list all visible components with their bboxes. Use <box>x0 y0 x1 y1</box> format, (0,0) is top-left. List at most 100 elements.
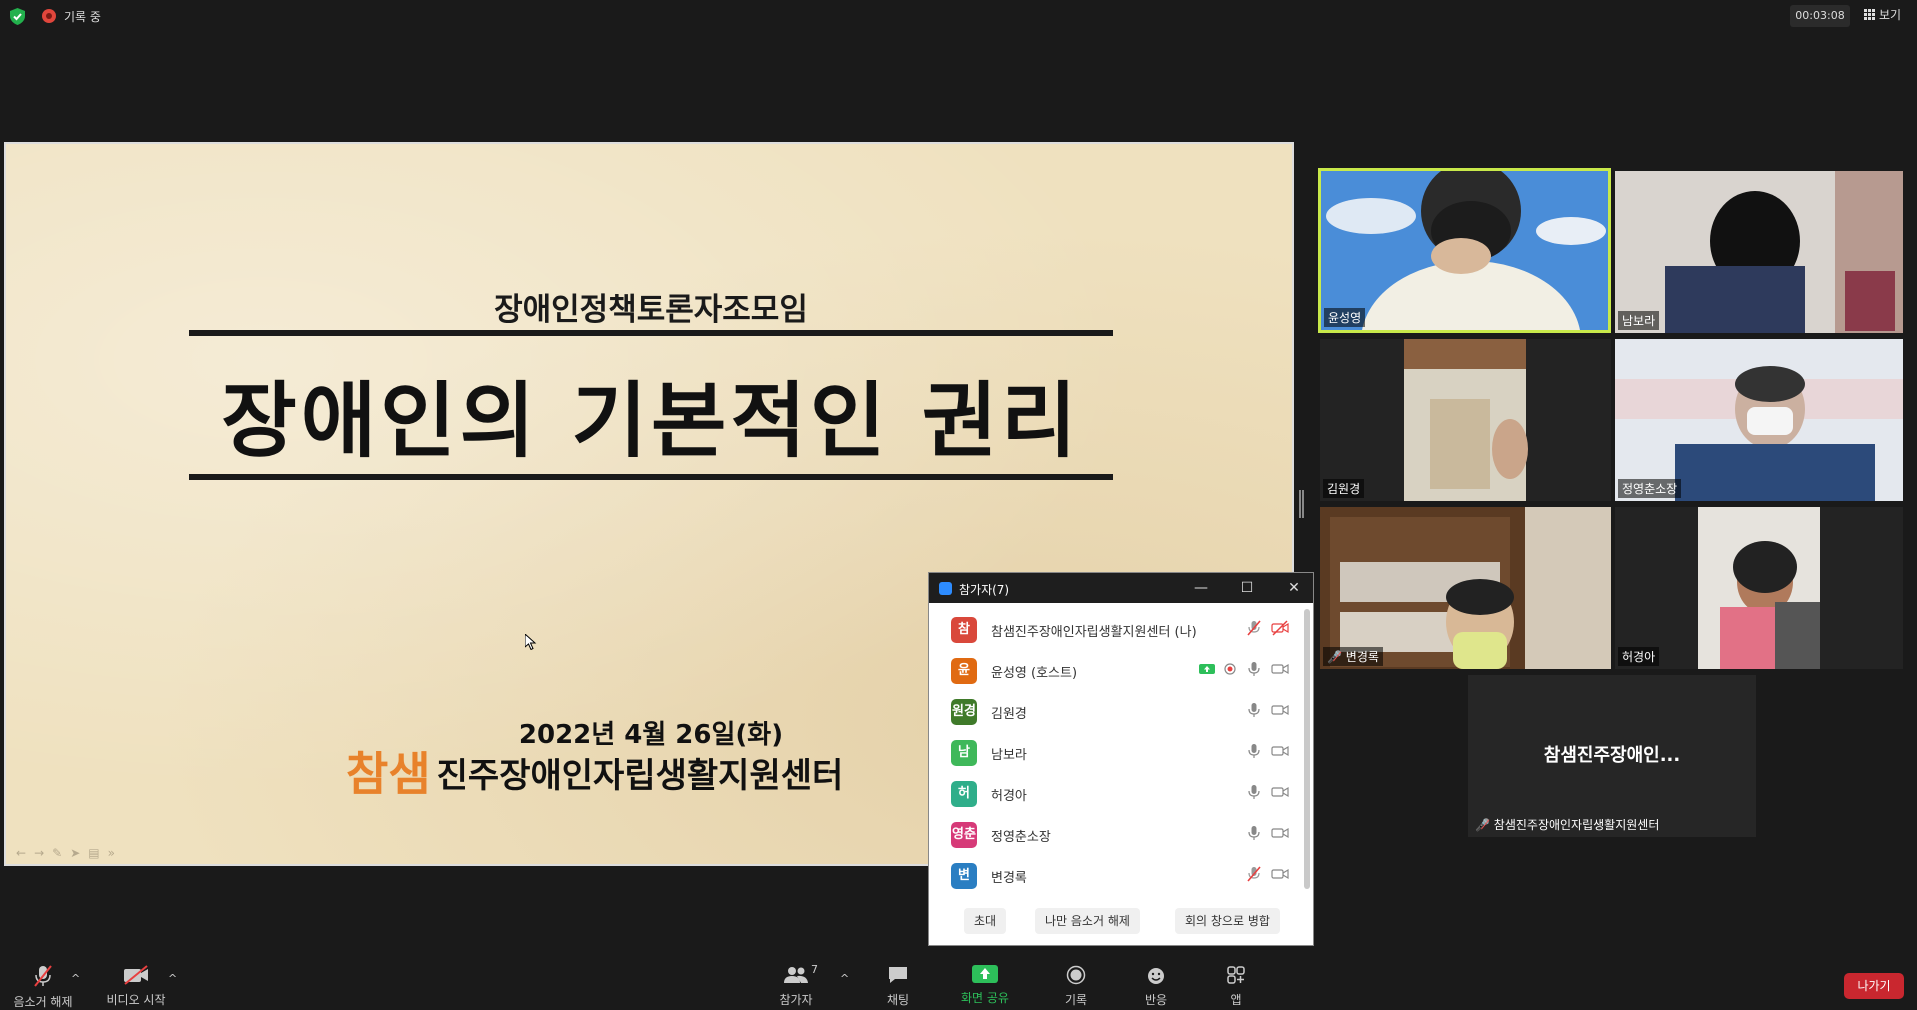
participant-name: 남보라 <box>991 748 1027 763</box>
chat-button[interactable]: 채팅 <box>880 965 916 1008</box>
mic-icon[interactable] <box>1245 824 1263 842</box>
org-logo: 참샘 <box>346 747 431 801</box>
invite-button[interactable]: 초대 <box>964 908 1007 934</box>
slide-subtitle: 장애인정책토론자조모임 <box>494 292 808 328</box>
mic-icon[interactable] <box>1245 660 1263 678</box>
participants-button[interactable]: 7 참가자 <box>771 963 821 1008</box>
pointer-icon[interactable]: ➤ <box>70 846 80 860</box>
video-tile[interactable]: 허경아 <box>1615 507 1903 669</box>
leave-button[interactable]: 나가기 <box>1844 973 1904 999</box>
participant-row[interactable]: 변 변경록 <box>929 855 1299 895</box>
participant-row[interactable]: 영춘 정영춘소장 <box>929 814 1299 854</box>
start-video-button[interactable]: 비디오 시작 <box>104 965 168 1008</box>
panel-resize-handle[interactable] <box>1299 490 1304 518</box>
pen-icon[interactable]: ✎ <box>52 846 62 860</box>
unmute-me-button[interactable]: 나만 음소거 해제 <box>1035 908 1140 934</box>
participant-name: 김원경 <box>1323 479 1365 498</box>
record-button[interactable]: 기록 <box>1058 965 1094 1008</box>
video-icon[interactable] <box>1271 783 1289 801</box>
participant-row[interactable]: 참 참샘진주장애인자립생활지원센터 (나) <box>929 609 1299 649</box>
mic-muted-icon: 🎤̸ <box>1327 650 1342 664</box>
participant-name: 변경록 <box>991 871 1027 886</box>
org-name: 진주장애인자립생활지원센터 <box>436 756 844 796</box>
minimize-icon[interactable]: — <box>1191 579 1211 597</box>
video-icon[interactable] <box>1271 742 1289 760</box>
mic-muted-icon[interactable] <box>1245 619 1263 637</box>
video-icon[interactable] <box>1271 824 1289 842</box>
scrollbar[interactable] <box>1304 609 1310 889</box>
participants-count: 7 <box>811 963 818 976</box>
save-icon[interactable]: ▤ <box>88 846 99 860</box>
mic-muted-icon <box>34 965 52 987</box>
video-tile-no-video[interactable]: 참샘진주장애인... 🎤̸ 참샘진주장애인자립생활지원센터 <box>1468 675 1756 837</box>
participant-avatar: 참 <box>951 617 977 643</box>
reactions-button[interactable]: 반응 <box>1138 965 1174 1008</box>
meeting-timer: 00:03:08 <box>1790 5 1850 27</box>
prev-arrow-icon[interactable]: ← <box>16 846 26 860</box>
security-shield-icon[interactable] <box>10 8 25 25</box>
slide-organization: 참샘 진주장애인자립생활지원센터 <box>346 749 843 799</box>
slide-rule-top <box>189 330 1113 336</box>
panel-title: 참가자(7) <box>959 583 1010 597</box>
participant-row[interactable]: 남 남보라 <box>929 732 1299 772</box>
video-off-icon <box>124 965 148 985</box>
participants-options-chevron-icon[interactable]: ^ <box>840 972 849 985</box>
mic-icon[interactable] <box>1245 783 1263 801</box>
participant-row[interactable]: 허 허경아 <box>929 773 1299 813</box>
close-icon[interactable]: ✕ <box>1284 579 1304 597</box>
participant-name: 🎤̸ 참샘진주장애인자립생활지원센터 <box>1475 818 1660 832</box>
next-arrow-icon[interactable]: → <box>34 846 44 860</box>
participant-avatar: 허 <box>951 781 977 807</box>
mic-icon[interactable] <box>1245 701 1263 719</box>
participants-panel[interactable]: 참가자(7) — ☐ ✕ 참 참샘진주장애인자립생활지원센터 (나) 윤 윤성영 (호… <box>928 572 1314 946</box>
view-button[interactable]: 보기 <box>1864 6 1901 23</box>
record-label: 기록 <box>1064 993 1088 1007</box>
video-tile[interactable]: 남보라 <box>1615 171 1903 333</box>
participant-row[interactable]: 윤 윤성영 (호스트) <box>929 650 1299 690</box>
mic-icon[interactable] <box>1245 742 1263 760</box>
mic-muted-icon[interactable] <box>1245 865 1263 883</box>
video-icon[interactable] <box>1271 865 1289 883</box>
more-icon[interactable]: » <box>108 846 115 860</box>
reactions-icon <box>1148 968 1164 984</box>
start-video-label: 비디오 시작 <box>106 993 166 1007</box>
view-label: 보기 <box>1879 8 1902 22</box>
slide-annotation-tools[interactable]: ← → ✎ ➤ ▤ » <box>16 846 115 860</box>
participant-name: 🎤̸ 변경록 <box>1323 647 1383 666</box>
participant-video <box>1320 339 1611 501</box>
participant-avatar: 원경 <box>951 699 977 725</box>
record-icon <box>1066 965 1086 985</box>
mouse-cursor-icon <box>525 634 537 650</box>
participant-video <box>1615 507 1903 669</box>
participant-video <box>1615 339 1903 501</box>
video-tile-active-speaker[interactable]: 윤성영 <box>1318 168 1611 333</box>
video-icon[interactable] <box>1271 701 1289 719</box>
participant-name: 허경아 <box>991 789 1027 804</box>
audio-options-chevron-icon[interactable]: ^ <box>71 972 80 985</box>
participant-row[interactable]: 원경 김원경 <box>929 691 1299 731</box>
share-screen-button[interactable]: 화면 공유 <box>958 965 1012 1006</box>
maximize-icon[interactable]: ☐ <box>1237 579 1257 597</box>
recording-icon <box>42 9 56 23</box>
participant-name: 정영춘소장 <box>1618 479 1682 498</box>
reactions-label: 반응 <box>1144 993 1168 1007</box>
video-options-chevron-icon[interactable]: ^ <box>168 972 177 985</box>
video-icon[interactable] <box>1271 660 1289 678</box>
participant-name: 허경아 <box>1618 647 1660 666</box>
apps-button[interactable]: 앱 <box>1222 965 1250 1008</box>
video-off-icon[interactable] <box>1271 619 1289 637</box>
slide-title: 장애인의 기본적인 권리 <box>221 374 1081 469</box>
video-tile[interactable]: 🎤̸ 변경록 <box>1320 507 1611 669</box>
sharing-screen-icon <box>1198 660 1216 678</box>
panel-titlebar[interactable]: 참가자(7) — ☐ ✕ <box>929 573 1313 603</box>
video-tile[interactable]: 정영춘소장 <box>1615 339 1903 501</box>
participant-name: 남보라 <box>1618 311 1660 330</box>
video-tile[interactable]: 김원경 <box>1320 339 1611 501</box>
zoom-logo-icon <box>939 582 952 595</box>
participant-video <box>1320 507 1611 669</box>
unmute-button[interactable]: 음소거 해제 <box>10 965 76 1010</box>
share-screen-label: 화면 공유 <box>961 991 1009 1005</box>
merge-to-meeting-window-button[interactable]: 회의 창으로 병합 <box>1175 908 1280 934</box>
participant-video <box>1615 171 1903 333</box>
share-screen-icon <box>972 965 998 983</box>
